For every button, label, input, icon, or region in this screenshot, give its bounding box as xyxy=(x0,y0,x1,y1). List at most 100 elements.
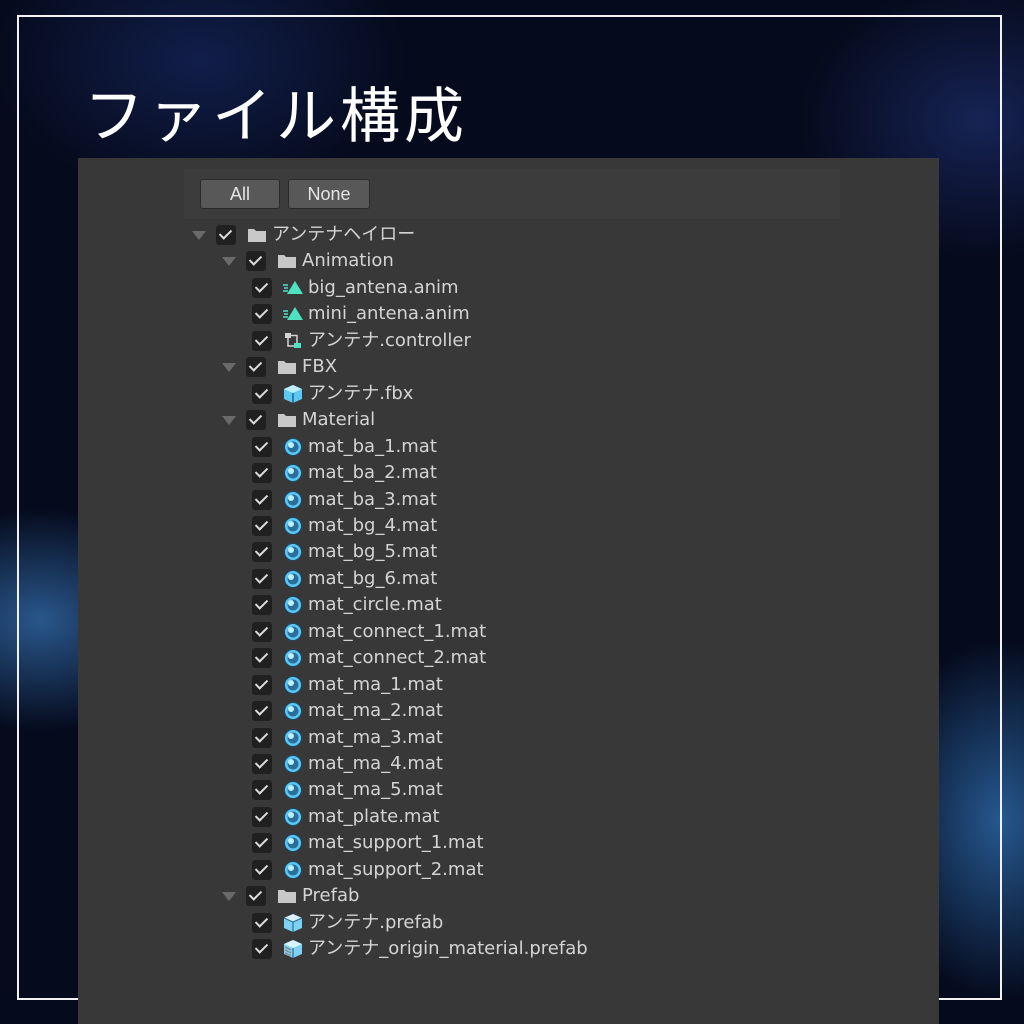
tree-asset-row[interactable]: mat_bg_5.mat xyxy=(252,539,437,565)
checkbox[interactable] xyxy=(252,859,272,880)
tree-folder-row[interactable]: Material xyxy=(222,407,375,433)
material-icon xyxy=(282,780,304,800)
tree-asset-row[interactable]: big_antena.anim xyxy=(252,275,459,301)
tree-asset-row[interactable]: mat_ma_2.mat xyxy=(252,698,443,724)
tree-item-label: アンテナ.fbx xyxy=(308,382,414,404)
folder-icon xyxy=(276,251,298,271)
checkbox[interactable] xyxy=(252,701,272,722)
tree-asset-row[interactable]: mat_ba_3.mat xyxy=(252,487,437,513)
tree-asset-row[interactable]: mat_connect_2.mat xyxy=(252,645,486,671)
tree-item-label: mat_ma_2.mat xyxy=(308,700,443,722)
checkbox[interactable] xyxy=(252,621,272,642)
tree-item-label: mat_ma_1.mat xyxy=(308,673,443,695)
tree-asset-row[interactable]: mat_circle.mat xyxy=(252,592,442,618)
tree-item-label: mat_ma_5.mat xyxy=(308,779,443,801)
tree-asset-row[interactable]: mat_bg_6.mat xyxy=(252,566,437,592)
checkbox[interactable] xyxy=(252,330,272,351)
folder-icon xyxy=(276,886,298,906)
material-icon xyxy=(282,622,304,642)
tree-asset-row[interactable]: mat_bg_4.mat xyxy=(252,513,437,539)
checkbox[interactable] xyxy=(252,383,272,404)
checkbox[interactable] xyxy=(252,463,272,484)
tree-asset-row[interactable]: mat_support_1.mat xyxy=(252,830,484,856)
tree-asset-row[interactable]: mat_ma_1.mat xyxy=(252,672,443,698)
prefab-variant-icon xyxy=(282,939,304,959)
import-package-panel: All None アンテナヘイロー Animation big_antena.ani… xyxy=(78,158,939,1024)
checkbox[interactable] xyxy=(246,410,266,431)
checkbox[interactable] xyxy=(252,833,272,854)
checkbox[interactable] xyxy=(252,515,272,536)
tree-item-label: mat_bg_4.mat xyxy=(308,514,438,536)
tree-item-label: mini_antena.anim xyxy=(308,303,470,325)
checkbox[interactable] xyxy=(252,648,272,669)
checkbox[interactable] xyxy=(252,727,272,748)
toolbar: All None xyxy=(184,169,840,219)
foldout-arrow-icon[interactable] xyxy=(192,228,206,242)
page-title: ファイル構成 xyxy=(84,82,468,152)
model-icon xyxy=(282,384,304,404)
material-icon xyxy=(282,833,304,853)
tree-folder-row[interactable]: Prefab xyxy=(222,883,359,909)
checkbox[interactable] xyxy=(252,939,272,960)
tree-asset-row[interactable]: mat_plate.mat xyxy=(252,804,440,830)
material-icon xyxy=(282,754,304,774)
checkbox[interactable] xyxy=(216,225,236,245)
tree-asset-row[interactable]: mat_ma_3.mat xyxy=(252,725,443,751)
animator-controller-icon xyxy=(282,331,304,351)
tree-item-label: Material xyxy=(302,409,376,431)
checkbox[interactable] xyxy=(252,277,272,298)
checkbox[interactable] xyxy=(252,754,272,774)
tree-item-label: アンテナヘイロー xyxy=(272,224,416,245)
material-icon xyxy=(282,490,304,510)
tree-item-label: mat_bg_5.mat xyxy=(308,541,438,563)
checkbox[interactable] xyxy=(246,251,266,272)
tree-asset-row[interactable]: mat_ma_5.mat xyxy=(252,777,443,803)
tree-asset-row[interactable]: アンテナ.controller xyxy=(252,328,471,354)
select-all-button[interactable]: All xyxy=(200,179,280,209)
tree-item-label: mat_plate.mat xyxy=(308,805,440,827)
checkbox[interactable] xyxy=(252,436,272,457)
checkbox[interactable] xyxy=(252,912,272,933)
checkbox[interactable] xyxy=(252,780,272,801)
tree-asset-row[interactable]: mini_antena.anim xyxy=(252,301,470,327)
material-icon xyxy=(282,675,304,695)
checkbox[interactable] xyxy=(252,595,272,616)
foldout-arrow-icon[interactable] xyxy=(222,413,236,427)
checkbox[interactable] xyxy=(246,886,266,907)
tree-item-label: mat_bg_6.mat xyxy=(308,567,438,589)
tree-asset-row[interactable]: mat_support_2.mat xyxy=(252,857,484,883)
material-icon xyxy=(282,807,304,827)
checkbox[interactable] xyxy=(252,568,272,589)
tree-asset-row[interactable]: アンテナ.fbx xyxy=(252,381,413,407)
tree-item-label: Prefab xyxy=(302,885,360,907)
material-icon xyxy=(282,463,304,483)
checkbox[interactable] xyxy=(252,304,272,325)
tree-asset-row[interactable]: mat_connect_1.mat xyxy=(252,619,486,645)
select-none-button[interactable]: None xyxy=(288,179,370,209)
checkbox[interactable] xyxy=(252,489,272,510)
tree-item-label: big_antena.anim xyxy=(308,276,459,298)
checkbox[interactable] xyxy=(246,357,266,378)
foldout-arrow-icon[interactable] xyxy=(222,360,236,374)
foldout-arrow-icon[interactable] xyxy=(222,889,236,903)
tree-asset-row[interactable]: アンテナ.prefab xyxy=(252,910,443,936)
tree-folder-row[interactable]: FBX xyxy=(222,354,337,380)
tree-item-label: FBX xyxy=(302,356,338,378)
tree-item-label: アンテナ.controller xyxy=(308,329,471,351)
checkbox[interactable] xyxy=(252,542,272,563)
foldout-arrow-icon[interactable] xyxy=(222,254,236,268)
tree-folder-row[interactable]: Animation xyxy=(222,248,394,274)
tree-item-label: mat_ma_3.mat xyxy=(308,726,443,748)
tree-asset-row[interactable]: mat_ba_1.mat xyxy=(252,434,437,460)
checkbox[interactable] xyxy=(252,806,272,827)
tree-item-label: mat_ma_4.mat xyxy=(308,753,443,774)
tree-item-label: mat_circle.mat xyxy=(308,594,442,616)
tree-item-label: Animation xyxy=(302,250,394,272)
material-icon xyxy=(282,860,304,880)
checkbox[interactable] xyxy=(252,674,272,695)
tree-folder-row[interactable]: アンテナヘイロー xyxy=(192,222,415,248)
tree-asset-row[interactable]: mat_ba_2.mat xyxy=(252,460,437,486)
tree-asset-row[interactable]: mat_ma_4.mat xyxy=(252,751,443,777)
tree-asset-row[interactable]: アンテナ_origin_material.prefab xyxy=(252,936,588,962)
material-icon xyxy=(282,569,304,589)
